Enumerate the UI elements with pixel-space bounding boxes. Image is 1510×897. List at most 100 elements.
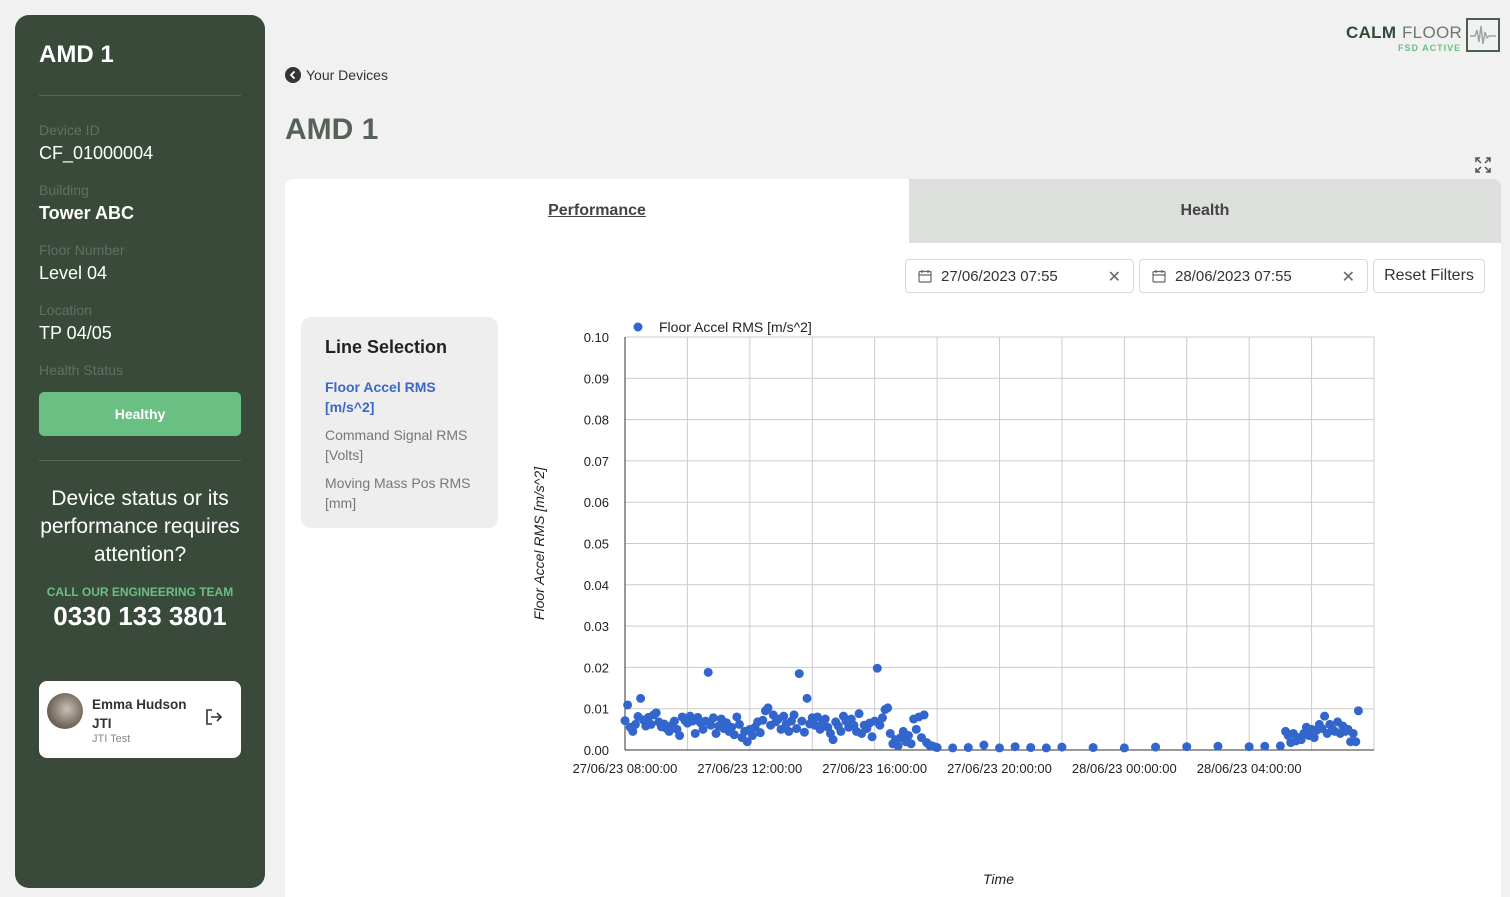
data-point bbox=[1213, 741, 1223, 751]
y-tick-label: 0.08 bbox=[584, 413, 609, 428]
data-point bbox=[675, 731, 685, 741]
data-point bbox=[636, 693, 646, 703]
data-point bbox=[1026, 743, 1036, 753]
data-point bbox=[698, 724, 708, 734]
x-tick-label: 28/06/23 00:00:00 bbox=[1072, 761, 1177, 776]
floor-number-label: Floor Number bbox=[39, 242, 125, 258]
data-point bbox=[789, 710, 799, 720]
calmfloor-logo: CALM FLOOR FSD ACTIVE bbox=[1346, 18, 1500, 54]
data-point bbox=[872, 663, 882, 673]
data-point bbox=[802, 693, 812, 703]
building-label: Building bbox=[39, 182, 89, 198]
attention-message: Device status or its performance require… bbox=[40, 487, 240, 566]
data-point bbox=[948, 743, 958, 753]
x-tick-label: 27/06/23 16:00:00 bbox=[822, 761, 927, 776]
data-point bbox=[893, 741, 903, 751]
location-value: TP 04/05 bbox=[39, 323, 112, 343]
logout-icon[interactable] bbox=[204, 707, 224, 727]
data-point bbox=[919, 710, 929, 720]
data-point bbox=[623, 700, 633, 710]
data-point bbox=[906, 739, 916, 749]
user-name: Emma Hudson JTI bbox=[92, 697, 187, 731]
x-tick-label: 27/06/23 20:00:00 bbox=[947, 761, 1052, 776]
floor-number-value: Level 04 bbox=[39, 263, 108, 283]
logo-waveform-icon bbox=[1466, 18, 1500, 52]
data-point bbox=[883, 703, 893, 713]
y-tick-label: 0.01 bbox=[584, 702, 609, 717]
data-point bbox=[979, 740, 989, 750]
data-point bbox=[836, 726, 846, 736]
chevron-left-icon bbox=[285, 67, 301, 83]
y-tick-label: 0.03 bbox=[584, 619, 609, 634]
data-point bbox=[1088, 743, 1098, 753]
data-point bbox=[784, 726, 794, 736]
y-tick-label: 0.04 bbox=[584, 578, 609, 593]
main-panel: Performance Health 27/06/2023 07:55 ✕ 28… bbox=[285, 179, 1501, 897]
data-point bbox=[1151, 742, 1161, 752]
data-point bbox=[1351, 737, 1361, 747]
data-point bbox=[828, 735, 838, 745]
sidebar-title: AMD 1 bbox=[39, 41, 114, 68]
sidebar-divider bbox=[39, 460, 241, 461]
y-tick-label: 0.00 bbox=[584, 743, 609, 758]
back-link-label: Your Devices bbox=[306, 67, 388, 83]
data-point bbox=[669, 716, 679, 726]
data-point bbox=[630, 719, 640, 729]
data-point bbox=[779, 711, 789, 721]
page-title: AMD 1 bbox=[285, 113, 379, 146]
call-engineering-label: CALL OUR ENGINEERING TEAM bbox=[46, 585, 234, 599]
data-point bbox=[995, 743, 1004, 753]
y-tick-label: 0.02 bbox=[584, 660, 609, 675]
back-to-devices-link[interactable]: Your Devices bbox=[285, 67, 388, 83]
data-point bbox=[1275, 741, 1285, 751]
data-point bbox=[1348, 728, 1358, 738]
data-point bbox=[690, 728, 700, 738]
y-tick-label: 0.10 bbox=[584, 330, 609, 345]
engineering-phone-number[interactable]: 0330 133 3801 bbox=[25, 601, 255, 632]
y-tick-label: 0.06 bbox=[584, 495, 609, 510]
data-point bbox=[854, 709, 864, 719]
y-tick-label: 0.05 bbox=[584, 537, 609, 552]
data-point bbox=[794, 669, 804, 679]
data-point bbox=[703, 667, 713, 677]
data-point bbox=[797, 716, 807, 726]
device-id-label: Device ID bbox=[39, 122, 100, 138]
data-point bbox=[729, 730, 739, 740]
health-status-label: Health Status bbox=[39, 362, 124, 378]
data-point bbox=[911, 724, 921, 734]
floor-accel-chart: 0.00 0.01 0.02 0.03 0.04 0.05 0.06 0.07 0.08 0.09… bbox=[531, 319, 1375, 887]
x-tick-label: 27/06/23 12:00:00 bbox=[697, 761, 802, 776]
data-point bbox=[1182, 742, 1192, 752]
data-point bbox=[932, 743, 942, 753]
data-point bbox=[1260, 741, 1270, 751]
data-point bbox=[1010, 742, 1020, 752]
x-axis-title: Time bbox=[983, 871, 1014, 887]
logo-floor-text: FLOOR bbox=[1402, 23, 1463, 42]
data-point bbox=[747, 731, 757, 741]
data-point bbox=[1057, 742, 1067, 752]
data-point bbox=[1353, 706, 1363, 716]
fullscreen-icon[interactable] bbox=[1474, 156, 1492, 174]
data-point bbox=[758, 715, 768, 725]
y-tick-label: 0.09 bbox=[584, 371, 609, 386]
x-tick-label: 27/06/23 08:00:00 bbox=[573, 761, 678, 776]
sidebar-divider bbox=[39, 95, 241, 96]
data-point bbox=[708, 713, 718, 723]
data-point bbox=[792, 724, 802, 734]
data-point bbox=[877, 713, 887, 723]
location-label: Location bbox=[39, 302, 92, 318]
building-value: Tower ABC bbox=[39, 203, 135, 223]
logo-calm-text: CALM bbox=[1346, 23, 1397, 42]
y-tick-label: 0.07 bbox=[584, 454, 609, 469]
legend-label: Floor Accel RMS [m/s^2] bbox=[659, 319, 812, 335]
health-status-button[interactable]: Healthy bbox=[39, 392, 241, 436]
data-point bbox=[1244, 742, 1254, 752]
data-point bbox=[867, 732, 877, 742]
data-point bbox=[1320, 711, 1330, 721]
device-sidebar: AMD 1 Device ID CF_01000004 Building Tow… bbox=[15, 15, 265, 888]
data-point bbox=[1119, 743, 1129, 753]
data-point bbox=[646, 719, 656, 729]
data-point bbox=[755, 728, 765, 738]
avatar bbox=[47, 693, 83, 729]
data-point bbox=[1041, 743, 1051, 753]
